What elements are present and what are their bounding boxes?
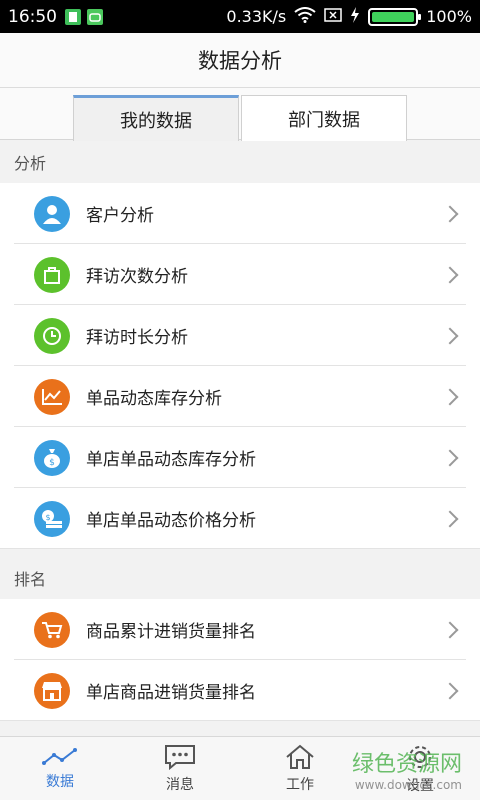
list-item-store-sku-inventory-analysis[interactable]: $ 单店单品动态库存分析	[0, 427, 480, 488]
chevron-right-icon	[441, 266, 459, 283]
list-item-sku-inventory-analysis[interactable]: 单品动态库存分析	[0, 366, 480, 427]
charging-icon	[350, 6, 360, 27]
tab-department-data[interactable]: 部门数据	[241, 95, 407, 141]
clock-icon	[34, 317, 70, 354]
status-time: 16:50	[8, 6, 57, 27]
title-bar: 数据分析	[0, 33, 480, 88]
battery-percent: 100%	[426, 7, 472, 26]
tab-bar: 我的数据 部门数据	[0, 88, 480, 141]
status-bar: 16:50 0.33K/s 100%	[0, 0, 480, 33]
nav-label: 数据	[46, 773, 74, 790]
user-icon	[34, 195, 70, 232]
svg-text:$: $	[45, 513, 50, 522]
section-header-analysis: 分析	[0, 141, 480, 183]
page-title: 数据分析	[198, 49, 282, 73]
nav-item-data[interactable]: 数据	[0, 737, 120, 800]
list-item-label: 单店单品动态价格分析	[86, 511, 256, 531]
watermark-text: 绿色资源网	[351, 752, 462, 777]
tab-my-data[interactable]: 我的数据	[73, 95, 239, 141]
list-item-label: 单品动态库存分析	[86, 389, 222, 409]
nav-item-work[interactable]: 工作	[240, 737, 360, 800]
cart-icon	[34, 611, 70, 648]
list-item-label: 商品累计进销货量排名	[86, 622, 256, 642]
list-item-customer-analysis[interactable]: 客户分析	[0, 183, 480, 244]
network-speed: 0.33K/s	[226, 7, 287, 26]
list-item-label: 客户分析	[86, 206, 154, 226]
watermark: 绿色资源网 www.downcc.com	[352, 746, 462, 792]
list-item-visit-duration-analysis[interactable]: 拜访时长分析	[0, 305, 480, 366]
chevron-right-icon	[441, 510, 459, 527]
list-item-visit-count-analysis[interactable]: 拜访次数分析	[0, 244, 480, 305]
section-header-ranking: 排名	[0, 557, 480, 599]
chevron-right-icon	[441, 449, 459, 466]
money-bag-icon: $	[34, 439, 70, 476]
chart-line-icon	[34, 378, 70, 415]
chevron-right-icon	[441, 682, 459, 699]
chevron-right-icon	[441, 388, 459, 405]
ranking-list: 商品累计进销货量排名 单店商品进销货量排名	[0, 599, 480, 721]
list-item-label: 拜访时长分析	[86, 328, 188, 348]
no-sim-icon	[324, 7, 342, 26]
nav-label: 消息	[166, 776, 194, 793]
app-notification-icon	[87, 8, 103, 25]
chart-icon	[42, 747, 77, 765]
list-item-label: 拜访次数分析	[86, 267, 188, 287]
battery-icon	[368, 7, 422, 26]
list-item-label: 单店商品进销货量排名	[86, 683, 256, 703]
chevron-right-icon	[441, 621, 459, 638]
status-right: 0.33K/s 100%	[226, 6, 472, 27]
cash-icon: $	[34, 500, 70, 537]
chevron-right-icon	[441, 327, 459, 344]
svg-text:$: $	[49, 458, 55, 468]
watermark-site: www.downcc.com	[354, 778, 462, 792]
chevron-right-icon	[441, 205, 459, 222]
nav-label: 工作	[286, 776, 314, 793]
nav-item-messages[interactable]: 消息	[120, 737, 240, 800]
list-item-label: 单店单品动态库存分析	[86, 450, 256, 470]
home-icon	[286, 744, 314, 769]
wifi-icon	[294, 6, 316, 27]
list-item-product-cumulative-ranking[interactable]: 商品累计进销货量排名	[0, 599, 480, 660]
bag-icon	[34, 256, 70, 293]
list-item-store-sku-price-analysis[interactable]: $ 单店单品动态价格分析	[0, 488, 480, 549]
list-item-store-product-ranking[interactable]: 单店商品进销货量排名	[0, 660, 480, 721]
sim-icon	[65, 8, 81, 25]
message-icon	[165, 744, 195, 770]
store-icon	[34, 672, 70, 709]
analysis-list: 客户分析 拜访次数分析 拜访时长分析 单品动态库存分析 $ 单店单品动态库存分析…	[0, 183, 480, 549]
